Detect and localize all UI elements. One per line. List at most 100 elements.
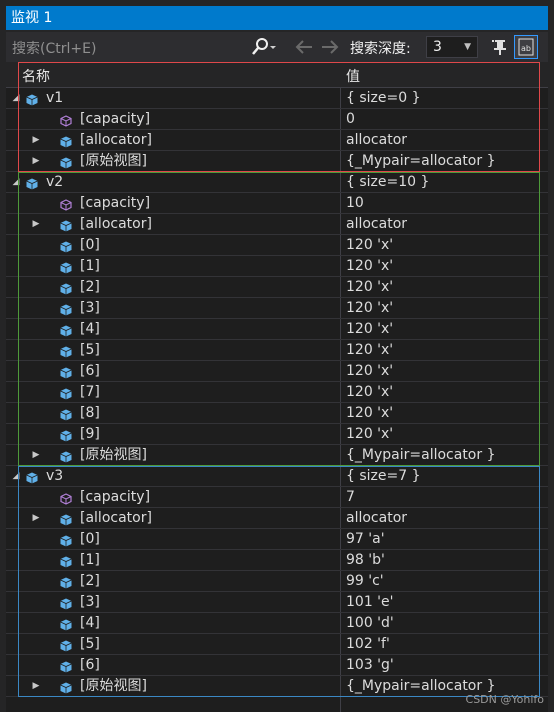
watch-row[interactable]: [4] 100 'd': [6, 613, 548, 634]
watch-row[interactable]: [1] 98 'b': [6, 550, 548, 571]
row-value[interactable]: 102 'f': [346, 634, 390, 654]
search-icon[interactable]: [250, 37, 276, 61]
row-value[interactable]: allocator: [346, 508, 407, 528]
column-value-header[interactable]: 值: [346, 66, 360, 86]
watch-row[interactable]: [6] 120 'x': [6, 361, 548, 382]
watch-row[interactable]: [2] 120 'x': [6, 277, 548, 298]
watch-row[interactable]: ▶ [allocator] allocator: [6, 130, 548, 151]
row-name: v3: [46, 468, 64, 484]
search-depth-label: 搜索深度:: [350, 41, 411, 57]
watch-window-title[interactable]: 监视 1: [6, 6, 548, 30]
field-cube-icon: [60, 596, 72, 610]
row-value[interactable]: 120 'x': [346, 403, 393, 423]
watch-row[interactable]: [8] 120 'x': [6, 403, 548, 424]
back-arrow-icon[interactable]: [294, 39, 314, 59]
field-cube-icon: [60, 680, 72, 694]
field-cube-icon: [60, 344, 72, 358]
row-value[interactable]: {_Mypair=allocator }: [346, 151, 495, 171]
row-value[interactable]: { size=0 }: [346, 88, 421, 108]
watch-row[interactable]: [capacity] 10: [6, 193, 548, 214]
watch-row[interactable]: ◢ v1 { size=0 }: [6, 88, 548, 109]
watch-row[interactable]: ▶ [原始视图] {_Mypair=allocator }: [6, 151, 548, 172]
collapsed-arrow-icon[interactable]: ▶: [30, 676, 42, 696]
row-value[interactable]: 0: [346, 109, 355, 129]
field-cube-icon: [60, 407, 72, 421]
row-value[interactable]: 120 'x': [346, 424, 393, 444]
watch-row[interactable]: ◢ v3 { size=7 }: [6, 466, 548, 487]
field-cube-icon: [60, 428, 72, 442]
watch-row[interactable]: [4] 120 'x': [6, 319, 548, 340]
watch-row[interactable]: [7] 120 'x': [6, 382, 548, 403]
watch-row[interactable]: ▶ [allocator] allocator: [6, 508, 548, 529]
row-value[interactable]: 120 'x': [346, 319, 393, 339]
row-value[interactable]: 99 'c': [346, 571, 384, 591]
row-value[interactable]: {_Mypair=allocator }: [346, 445, 495, 465]
watch-row[interactable]: [2] 99 'c': [6, 571, 548, 592]
row-value[interactable]: 101 'e': [346, 592, 393, 612]
row-name: [capacity]: [80, 111, 151, 127]
column-header: 名称 值: [6, 62, 548, 88]
field-cube-icon: [60, 239, 72, 253]
watch-row[interactable]: [5] 102 'f': [6, 634, 548, 655]
row-value[interactable]: 97 'a': [346, 529, 385, 549]
field-cube-icon: [26, 176, 38, 190]
row-value[interactable]: 120 'x': [346, 277, 393, 297]
field-cube-icon: [60, 617, 72, 631]
row-name: [allocator]: [80, 510, 152, 526]
row-value[interactable]: 120 'x': [346, 235, 393, 255]
row-value[interactable]: 120 'x': [346, 382, 393, 402]
row-value[interactable]: allocator: [346, 214, 407, 234]
watch-row[interactable]: [capacity] 0: [6, 109, 548, 130]
row-value[interactable]: { size=10 }: [346, 172, 429, 192]
row-name: [2]: [80, 573, 100, 589]
collapsed-arrow-icon[interactable]: ▶: [30, 151, 42, 171]
watch-row[interactable]: [9] 120 'x': [6, 424, 548, 445]
watch-row[interactable]: [6] 103 'g': [6, 655, 548, 676]
watch-row[interactable]: [0] 120 'x': [6, 235, 548, 256]
row-value[interactable]: 7: [346, 487, 355, 507]
row-value[interactable]: 120 'x': [346, 298, 393, 318]
field-cube-icon: [60, 302, 72, 316]
row-value[interactable]: 100 'd': [346, 613, 394, 633]
expanded-arrow-icon[interactable]: ◢: [10, 466, 22, 486]
row-name: [原始视图]: [80, 678, 147, 694]
watch-row[interactable]: [3] 101 'e': [6, 592, 548, 613]
row-value[interactable]: { size=7 }: [346, 466, 421, 486]
row-name: [allocator]: [80, 132, 152, 148]
row-value[interactable]: 120 'x': [346, 340, 393, 360]
row-value[interactable]: 120 'x': [346, 361, 393, 381]
watch-row[interactable]: [0] 97 'a': [6, 529, 548, 550]
search-input[interactable]: 搜索(Ctrl+E): [12, 38, 96, 58]
collapsed-arrow-icon[interactable]: ▶: [30, 508, 42, 528]
search-depth-value: 3: [433, 39, 442, 55]
column-name-header[interactable]: 名称: [22, 66, 50, 86]
watch-row[interactable]: ◢ v2 { size=10 }: [6, 172, 548, 193]
collapsed-arrow-icon[interactable]: ▶: [30, 214, 42, 234]
hex-display-icon[interactable]: ab: [514, 35, 538, 63]
watch-row[interactable]: ▶ [原始视图] {_Mypair=allocator }: [6, 445, 548, 466]
watch-row[interactable]: [3] 120 'x': [6, 298, 548, 319]
row-name: [3]: [80, 594, 100, 610]
expanded-arrow-icon[interactable]: ◢: [10, 172, 22, 192]
search-depth-select[interactable]: 3 ▼: [426, 36, 478, 58]
pin-icon[interactable]: [490, 36, 510, 60]
forward-arrow-icon[interactable]: [320, 39, 340, 59]
row-value[interactable]: 120 'x': [346, 256, 393, 276]
field-cube-icon: [60, 512, 72, 526]
collapsed-arrow-icon[interactable]: ▶: [30, 130, 42, 150]
row-value[interactable]: 103 'g': [346, 655, 394, 675]
field-cube-icon: [60, 659, 72, 673]
row-value[interactable]: 98 'b': [346, 550, 385, 570]
row-name: [4]: [80, 615, 100, 631]
collapsed-arrow-icon[interactable]: ▶: [30, 445, 42, 465]
row-value[interactable]: 10: [346, 193, 364, 213]
expanded-arrow-icon[interactable]: ◢: [10, 88, 22, 108]
watch-row[interactable]: ▶ [allocator] allocator: [6, 214, 548, 235]
row-name: [1]: [80, 258, 100, 274]
row-name: [原始视图]: [80, 153, 147, 169]
row-value[interactable]: allocator: [346, 130, 407, 150]
watch-row[interactable]: [capacity] 7: [6, 487, 548, 508]
svg-text:ab: ab: [521, 44, 531, 53]
watch-row[interactable]: [5] 120 'x': [6, 340, 548, 361]
watch-row[interactable]: [1] 120 'x': [6, 256, 548, 277]
